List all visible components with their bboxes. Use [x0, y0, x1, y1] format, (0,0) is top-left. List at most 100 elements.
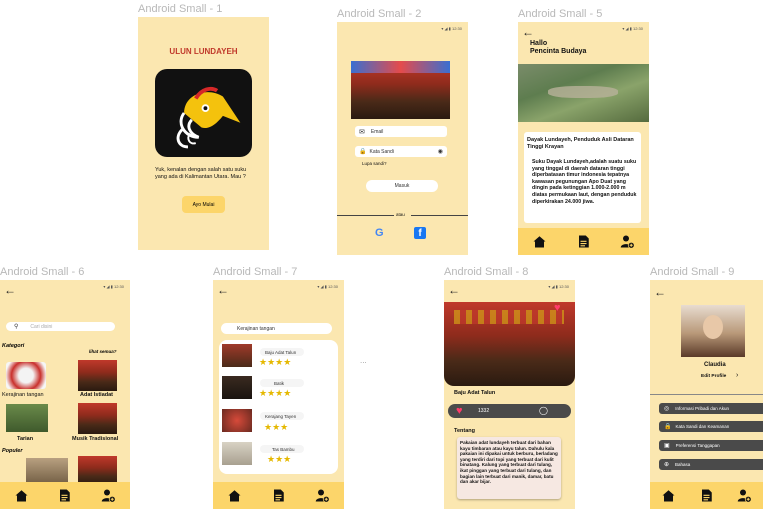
bottom-nav — [650, 482, 763, 509]
eye-icon[interactable]: ◉ — [438, 148, 443, 155]
status-bar: ▾ ◢ ▮ 12:30 — [103, 284, 124, 289]
divider-right — [411, 215, 468, 216]
category-image-dance[interactable] — [6, 404, 48, 432]
screen-splash: ULUN LUNDAYEH Yuk, kenalan dengan salah … — [138, 17, 269, 250]
menu-language[interactable]: ⊕ Bahasa — [659, 459, 763, 470]
back-arrow-icon[interactable]: ← — [654, 286, 666, 298]
popular-image-2[interactable] — [78, 456, 117, 485]
menu-label-language: Bahasa — [675, 462, 691, 467]
edit-profile-link[interactable]: Edit Profile — [701, 374, 726, 379]
item-image-tas[interactable] — [222, 442, 252, 465]
frame-label-6: Android Small - 6 — [0, 266, 85, 278]
email-field[interactable]: ✉ Email — [355, 126, 447, 137]
forgot-link[interactable]: Lupa sandi? — [362, 161, 387, 166]
intro-text: Yuk, kenalan dengan salah satu suku yang… — [155, 167, 247, 181]
add-user-icon[interactable] — [737, 488, 752, 503]
frame-label-8: Android Small - 8 — [444, 266, 529, 278]
info-card-body: Suku Dayak Lundayeh,adalah suatu suku ya… — [532, 159, 637, 205]
screen-crafts-list: ▾ ◢ ▮ 12:30 ← Kerajinan tangan Baju Adat… — [213, 280, 344, 509]
status-bar: ▾ ◢ ▮ 12:30 — [548, 284, 569, 289]
home-icon[interactable] — [661, 488, 676, 503]
ellipsis: ... — [360, 356, 367, 365]
like-heart-icon[interactable]: ♥ — [456, 404, 463, 418]
about-text: Pakaian adat lundayeh terbuat dari bahan… — [460, 440, 558, 485]
home-icon[interactable] — [532, 234, 547, 249]
chevron-right-icon[interactable]: › — [736, 372, 738, 379]
add-user-icon[interactable] — [620, 234, 635, 249]
add-user-icon[interactable] — [315, 488, 330, 503]
category-image-crafts[interactable] — [6, 362, 46, 389]
item-label-batik[interactable]: Batik — [260, 379, 304, 387]
frame-label-5: Android Small - 5 — [518, 8, 603, 20]
profile-divider — [650, 394, 763, 395]
bottom-nav — [518, 228, 649, 255]
document-icon[interactable] — [576, 234, 591, 249]
or-text: atau — [396, 212, 405, 217]
person-icon: ◎ — [664, 406, 670, 412]
item-rating-baju: ★★★★ — [259, 357, 292, 367]
frame-label-2: Android Small - 2 — [337, 8, 422, 20]
bottom-nav — [213, 482, 344, 509]
status-bar: ▾ ◢ ▮ 12:30 — [622, 26, 643, 31]
category-label-music[interactable]: Musik Tradisional — [72, 436, 118, 442]
comment-icon[interactable]: ◯ — [539, 404, 548, 418]
back-arrow-icon[interactable]: ← — [448, 284, 460, 296]
google-icon[interactable]: G — [375, 227, 384, 239]
home-icon[interactable] — [227, 488, 242, 503]
see-all-link[interactable]: lihat semua? — [89, 349, 117, 354]
add-user-icon[interactable] — [101, 488, 116, 503]
facebook-icon[interactable]: f — [414, 227, 426, 239]
menu-preferences[interactable]: ▣ Preferensi Tanggapan — [659, 440, 763, 451]
category-label-dance[interactable]: Tarian — [17, 436, 33, 442]
start-button[interactable]: Ayo Mulai — [182, 196, 225, 213]
item-label-tas[interactable]: Tas Bambu — [260, 445, 304, 453]
category-image-customs[interactable] — [78, 360, 117, 391]
item-rating-tas: ★★★ — [267, 454, 292, 464]
menu-label-security: Kata Sandi dan Keamanan — [675, 424, 730, 429]
thumb-icon: ▣ — [664, 443, 670, 449]
category-image-music[interactable] — [78, 403, 117, 434]
category-label-crafts[interactable]: Kerajinan tangan — [2, 392, 44, 398]
app-title: ULUN LUNDAYEH — [169, 47, 238, 56]
frame-label-1: Android Small - 1 — [138, 3, 223, 15]
dancers-photo — [351, 61, 450, 119]
info-card: Dayak Lundayeh, Penduduk Asli Dataran Ti… — [524, 132, 641, 223]
favorite-heart-icon[interactable]: ♥ — [554, 302, 561, 314]
lock-icon: 🔒 — [664, 424, 672, 430]
about-heading: Tentang — [454, 428, 475, 434]
back-arrow-icon[interactable]: ← — [522, 26, 534, 38]
back-arrow-icon[interactable]: ← — [4, 284, 16, 296]
screen-detail: ▾ ◢ ▮ 12:30 ← ♥ Baju Adat Talun ♥ 1332 ◯… — [444, 280, 575, 509]
status-bar: ▾ ◢ ▮ 12:30 — [317, 284, 338, 289]
back-arrow-icon[interactable]: ← — [217, 284, 229, 296]
items-card: Baju Adat Talun ★★★★ Batik ★★★★ Kerajang… — [219, 340, 338, 474]
item-label-baju[interactable]: Baju Adat Talun — [260, 348, 304, 356]
search-input[interactable]: ⚲ Cari disini — [6, 322, 115, 331]
home-icon[interactable] — [14, 488, 29, 503]
item-image-kerajang[interactable] — [222, 409, 252, 432]
email-placeholder: Email — [370, 128, 384, 135]
document-icon[interactable] — [57, 488, 72, 503]
item-image-batik[interactable] — [222, 376, 252, 399]
stats-bar: ♥ 1332 ◯ — [448, 404, 571, 418]
document-icon[interactable] — [271, 488, 286, 503]
menu-personal-info[interactable]: ◎ Informasi Pribadi dan Akun — [659, 403, 763, 414]
item-label-kerajang[interactable]: Kerajang Tayen — [260, 412, 304, 420]
about-card: Pakaian adat lundayeh terbuat dari bahan… — [457, 437, 561, 499]
document-icon[interactable] — [699, 488, 714, 503]
category-title-pill: Kerajinan tangan — [221, 323, 332, 334]
search-placeholder: Cari disini — [30, 323, 53, 330]
login-button[interactable]: Masuk — [366, 180, 438, 192]
menu-security[interactable]: 🔒 Kata Sandi dan Keamanan — [659, 421, 763, 432]
info-card-title: Dayak Lundayeh, Penduduk Asli Dataran Ti… — [527, 137, 634, 150]
mail-icon: ✉ — [359, 128, 365, 136]
frame-label-9: Android Small - 9 — [650, 266, 735, 278]
password-field[interactable]: 🔒 Kata Sandi ◉ — [355, 146, 447, 157]
category-label-customs[interactable]: Adat Istiadat — [80, 392, 113, 398]
detail-photo — [444, 302, 575, 386]
screen-login: ▾ ◢ ▮ 12:30 ✉ Email 🔒 Kata Sandi ◉ Lupa … — [337, 22, 468, 255]
item-image-baju[interactable] — [222, 344, 252, 367]
like-count: 1332 — [478, 408, 490, 414]
screen-categories: ▾ ◢ ▮ 12:30 ← ⚲ Cari disini Kategori lih… — [0, 280, 130, 509]
popular-heading: Populer — [2, 448, 23, 454]
